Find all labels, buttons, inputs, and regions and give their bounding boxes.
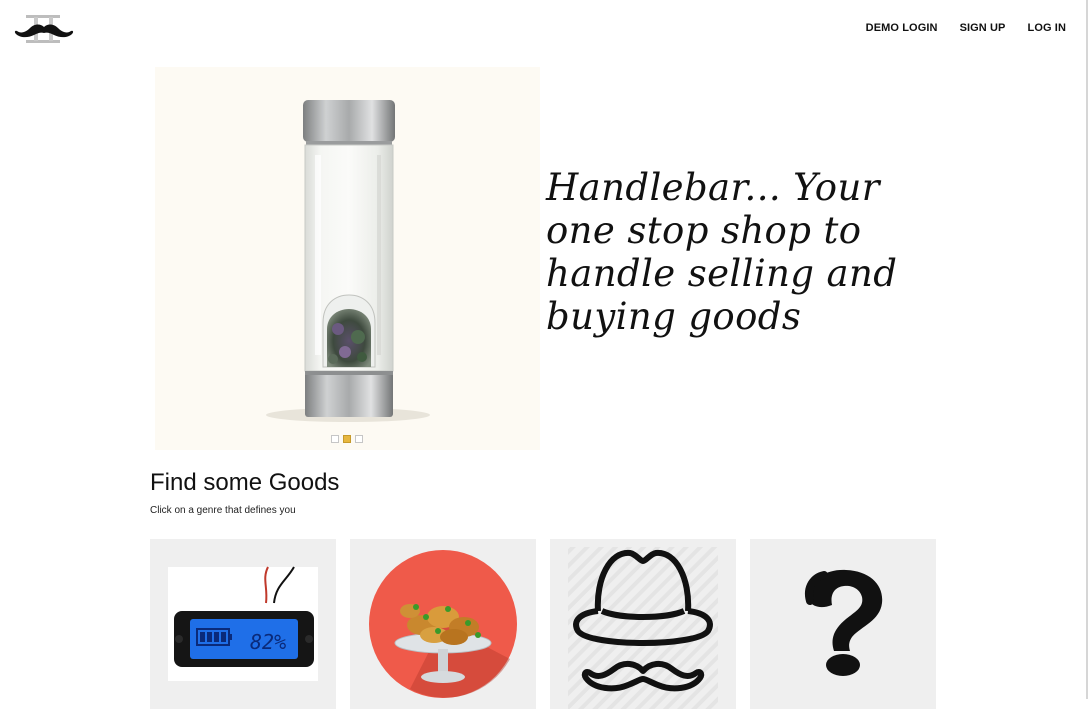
food-platter-icon xyxy=(369,550,517,698)
battery-display-icon: 82% xyxy=(168,566,318,681)
top-nav: DEMO LOGIN SIGN UP LOG IN xyxy=(866,22,1066,34)
carousel-dot-3[interactable] xyxy=(355,435,363,443)
genre-grid: 82% xyxy=(150,539,936,709)
sign-up-link[interactable]: SIGN UP xyxy=(960,22,1006,34)
section-subtitle: Click on a genre that defines you xyxy=(150,505,296,516)
mustache-logo-icon[interactable] xyxy=(14,13,74,47)
log-in-link[interactable]: LOG IN xyxy=(1028,22,1067,34)
question-mark-icon xyxy=(805,569,883,676)
carousel-dot-2[interactable] xyxy=(343,435,351,443)
section-title: Find some Goods xyxy=(150,469,340,496)
hero-carousel[interactable] xyxy=(155,67,540,450)
battery-percent-text: 82% xyxy=(250,630,286,654)
genre-card-food[interactable] xyxy=(350,539,536,709)
carousel-dots xyxy=(331,435,363,443)
genre-card-fashion[interactable] xyxy=(550,539,736,709)
demo-login-link[interactable]: DEMO LOGIN xyxy=(866,22,938,34)
hero-tagline: Handlebar... Your one stop shop to handl… xyxy=(546,166,898,338)
hat-mustache-icon xyxy=(568,547,718,709)
water-bottle-image xyxy=(266,100,430,422)
genre-card-other[interactable] xyxy=(750,539,936,709)
carousel-dot-1[interactable] xyxy=(331,435,339,443)
genre-card-electronics[interactable]: 82% xyxy=(150,539,336,709)
